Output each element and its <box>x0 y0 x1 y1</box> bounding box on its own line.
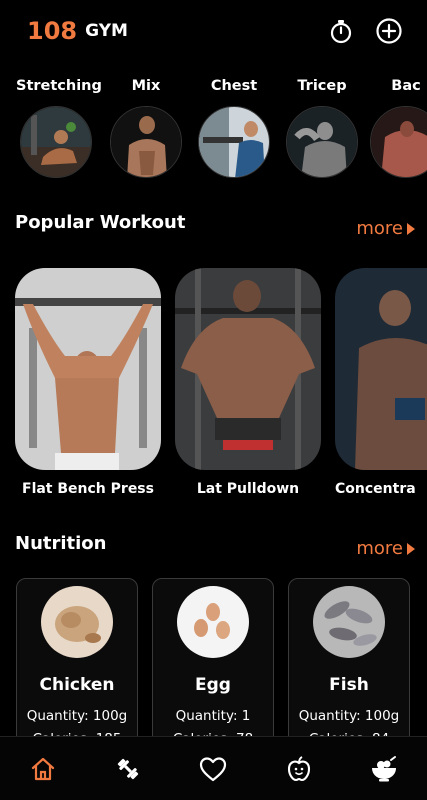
concentration-curl-photo <box>335 268 427 470</box>
category-label: Bac <box>391 78 421 94</box>
nutrition-card-egg[interactable]: Egg Quantity: 1 Calories: 78 <box>152 578 274 738</box>
workout-card-lat-pulldown[interactable]: Lat Pulldown <box>175 268 321 497</box>
dumbbell-icon <box>117 758 139 779</box>
mix-photo <box>110 106 182 178</box>
category-tricep[interactable]: Tricep <box>282 74 362 178</box>
workout-label: Concentra <box>335 481 416 497</box>
workout-label: Lat Pulldown <box>196 481 300 497</box>
workout-card-flat-bench-press[interactable]: Flat Bench Press <box>15 268 161 497</box>
chest-photo <box>198 106 270 178</box>
brand-number: 108 <box>27 17 78 45</box>
nutrition-quantity: Quantity: 100g <box>26 708 128 724</box>
popular-workout-title: Popular Workout <box>15 212 186 233</box>
workout-label: Flat Bench Press <box>22 481 154 497</box>
back-photo <box>370 106 427 178</box>
lat-pulldown-photo <box>175 268 321 470</box>
nutrition-quantity: Quantity: 1 <box>175 708 251 724</box>
category-label: Tricep <box>297 78 347 94</box>
chicken-photo <box>41 586 113 658</box>
nutrition-name: Fish <box>329 675 369 695</box>
brand-text: GYM <box>85 21 128 41</box>
plus-circle-icon[interactable] <box>375 17 403 45</box>
egg-photo <box>177 586 249 658</box>
more-label: more <box>356 218 403 239</box>
category-label: Mix <box>131 78 161 94</box>
arrow-right-icon <box>407 542 415 555</box>
stopwatch-icon[interactable] <box>327 17 355 45</box>
nav-workouts[interactable] <box>106 747 150 791</box>
nutrition-more-link[interactable]: more <box>356 538 415 559</box>
nutrition-title: Nutrition <box>15 533 107 554</box>
nutrition-card-chicken[interactable]: Chicken Quantity: 100g Calories: 185 <box>16 578 138 738</box>
nutrition-name: Egg <box>195 675 231 695</box>
category-back[interactable]: Bac <box>366 74 427 178</box>
nav-nutrition[interactable] <box>277 747 321 791</box>
popular-more-link[interactable]: more <box>356 218 415 239</box>
nav-home[interactable] <box>21 747 65 791</box>
flat-bench-press-photo <box>15 268 161 470</box>
arrow-right-icon <box>407 222 415 235</box>
category-mix[interactable]: Mix <box>106 74 186 178</box>
category-label: Stretching <box>16 78 102 94</box>
heart-icon <box>200 756 227 781</box>
category-label: Chest <box>210 78 258 94</box>
stretching-photo <box>20 106 92 178</box>
workout-card-concentration-curl[interactable]: Concentra <box>335 268 427 497</box>
nav-favorites[interactable] <box>191 747 235 791</box>
popular-workout-list: Flat Bench Press Lat Pulldown Concentra <box>0 268 427 508</box>
tricep-photo <box>286 106 358 178</box>
food-bowl-icon <box>372 755 397 781</box>
nav-meals[interactable] <box>362 747 406 791</box>
app-header: 108 GYM <box>27 14 403 48</box>
apple-icon <box>287 755 310 781</box>
bottom-nav <box>0 736 427 800</box>
nutrition-name: Chicken <box>39 675 115 695</box>
more-label: more <box>356 538 403 559</box>
nutrition-list: Chicken Quantity: 100g Calories: 185 Egg… <box>0 578 427 738</box>
category-list: Stretching Mix Chest Tricep Bac <box>0 74 427 186</box>
home-icon <box>31 757 54 780</box>
category-stretching[interactable]: Stretching <box>16 74 102 178</box>
nutrition-quantity: Quantity: 100g <box>298 708 400 724</box>
nutrition-card-fish[interactable]: Fish Quantity: 100g Calories: 84 <box>288 578 410 738</box>
fish-photo <box>313 586 385 658</box>
category-chest[interactable]: Chest <box>194 74 274 178</box>
